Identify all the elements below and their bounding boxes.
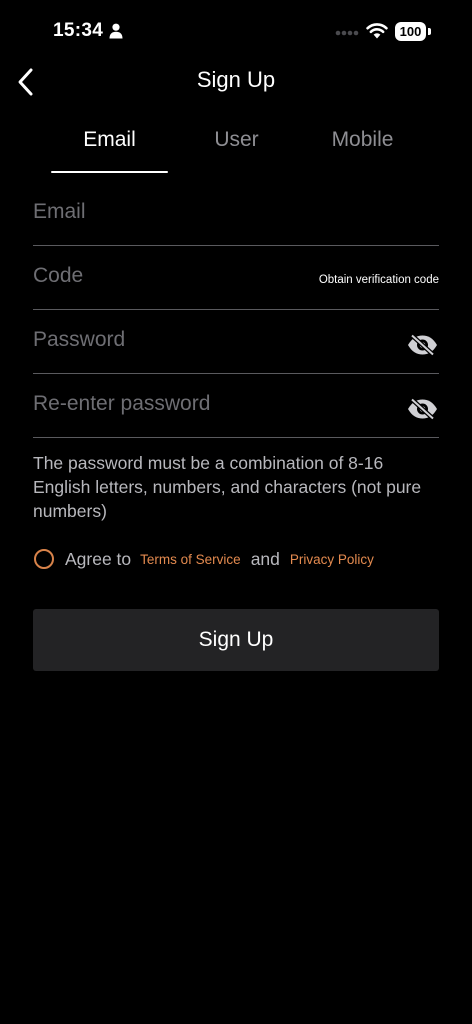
obtain-code-button[interactable]: Obtain verification code (319, 274, 439, 286)
status-time-text: 15:34 (53, 20, 104, 41)
signup-method-tabs: Email User Mobile (46, 128, 426, 176)
battery-level: 100 (395, 22, 426, 41)
page-title: Sign Up (196, 67, 276, 92)
tab-mobile[interactable]: Mobile (299, 128, 426, 152)
tab-email[interactable]: Email (46, 128, 173, 152)
person-icon (109, 23, 123, 39)
active-tab-indicator (51, 171, 168, 173)
eye-slash-icon[interactable] (406, 334, 439, 356)
password-input[interactable] (33, 320, 363, 360)
password-hint: The password must be a combination of 8-… (33, 453, 422, 521)
status-bar: 15:34 100 (0, 0, 472, 64)
repassword-field (33, 374, 439, 438)
wifi-icon (366, 23, 388, 39)
and-label: and (250, 548, 280, 569)
code-field: Obtain verification code (33, 246, 439, 310)
tab-user[interactable]: User (173, 128, 300, 152)
agree-checkbox[interactable] (34, 549, 54, 569)
status-time: 15:34 (53, 20, 123, 42)
repassword-input[interactable] (33, 384, 363, 424)
battery-tip (428, 28, 431, 35)
cellular-signal-icon (335, 30, 359, 36)
code-input[interactable] (33, 256, 363, 296)
signup-button[interactable]: Sign Up (33, 609, 439, 671)
agree-label: Agree to (65, 548, 132, 569)
privacy-policy-link[interactable]: Privacy Policy (290, 552, 374, 567)
agreement-row: Agree to Terms of Service and Privacy Po… (33, 547, 374, 571)
password-field (33, 310, 439, 374)
email-input[interactable] (33, 192, 363, 232)
battery-icon: 100 (395, 22, 431, 41)
terms-of-service-link[interactable]: Terms of Service (140, 552, 241, 567)
eye-slash-icon[interactable] (406, 398, 439, 420)
email-field (33, 182, 439, 246)
